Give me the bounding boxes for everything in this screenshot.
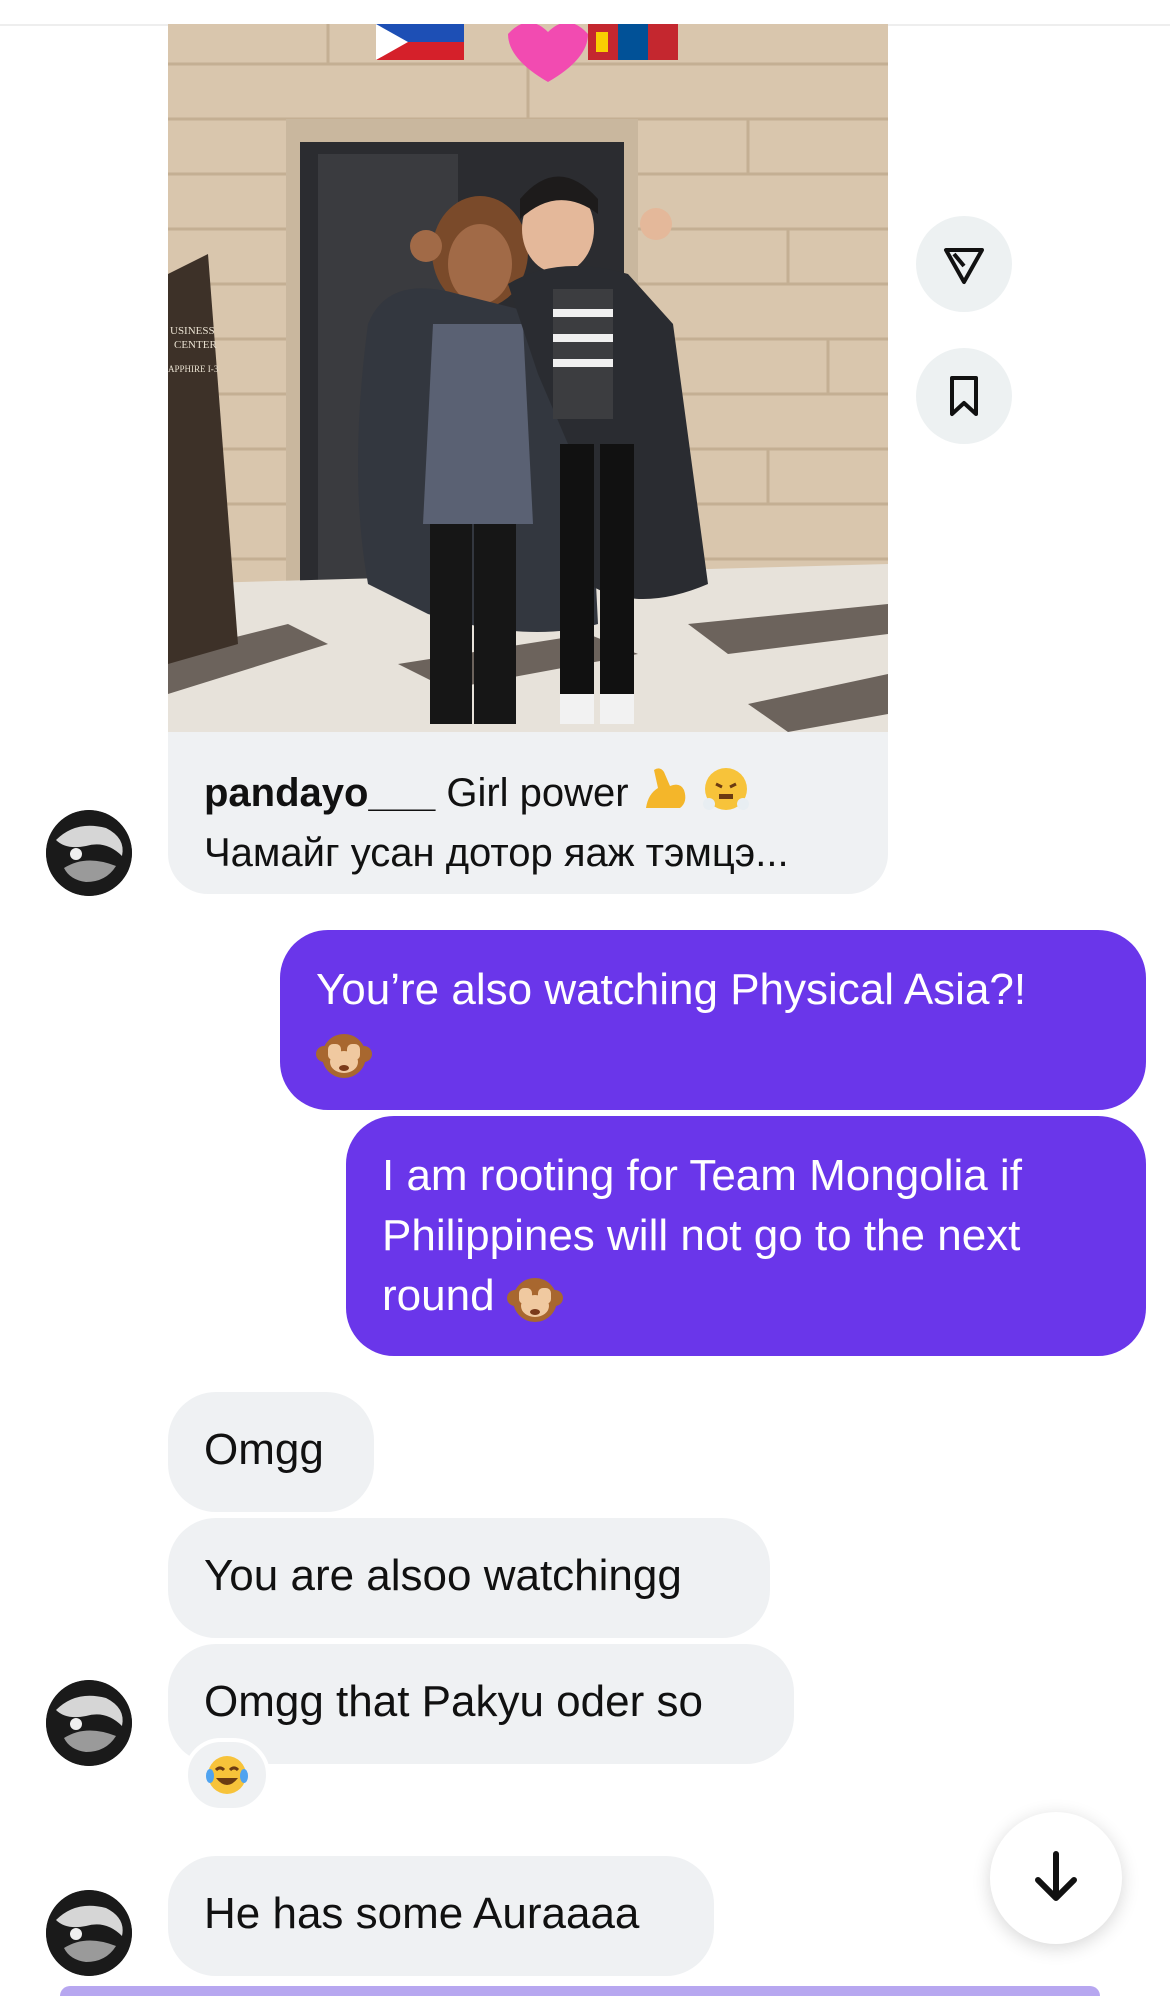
see-no-evil-monkey-emoji [316, 1026, 372, 1082]
caption-line-2: Чамайг усан дотор яаж тэмцэ... [204, 831, 789, 875]
sign-text-2: CENTER [174, 339, 217, 351]
send-icon [944, 248, 984, 284]
post-photo[interactable]: USINESS CENTER APPHIRE I-3 [168, 24, 888, 732]
message-text: I am rooting for Team Mongolia if Philip… [382, 1151, 1022, 1320]
received-message[interactable]: Omgg [168, 1392, 374, 1512]
post-username[interactable]: pandayo___ [204, 771, 435, 815]
bookmark-icon [950, 376, 978, 416]
message-text: Omgg that Pakyu oder so [204, 1677, 703, 1726]
message-reaction[interactable] [184, 1738, 270, 1812]
message-text: You’re also watching Physical Asia?! [316, 965, 1027, 1014]
laughing-tears-emoji [206, 1756, 248, 1794]
received-message[interactable]: Omgg that Pakyu oder so [168, 1644, 794, 1764]
arrow-down-icon [1035, 1851, 1077, 1901]
post-caption: pandayo___ Girl power Чамайг усан дотор … [204, 764, 868, 879]
shared-post-card[interactable]: USINESS CENTER APPHIRE I-3 pandayo___ Gi… [168, 24, 888, 894]
message-text: You are alsoo watchingg [204, 1551, 682, 1600]
sign-text-1: USINESS [170, 325, 215, 337]
philippines-flag-emoji [376, 24, 464, 60]
message-input-edge [60, 1986, 1100, 1996]
message-text: He has some Auraaaa [204, 1889, 640, 1938]
flexed-biceps-emoji [640, 764, 690, 827]
avatar[interactable] [46, 1890, 132, 1976]
avatar[interactable] [46, 1680, 132, 1766]
share-post-button[interactable] [916, 216, 1012, 312]
caption-line-1: Girl power [446, 771, 629, 816]
sent-message[interactable]: I am rooting for Team Mongolia if Philip… [346, 1116, 1146, 1356]
mongolia-flag-emoji [588, 24, 678, 60]
sent-message[interactable]: You’re also watching Physical Asia?! [280, 930, 1146, 1110]
see-no-evil-monkey-emoji [506, 1270, 563, 1326]
received-message[interactable]: He has some Auraaaa [168, 1856, 714, 1976]
steam-from-nose-emoji [701, 764, 751, 827]
message-text: Omgg [204, 1425, 324, 1474]
scroll-to-bottom-button[interactable] [990, 1812, 1122, 1944]
sign-text-3: APPHIRE I-3 [168, 364, 219, 374]
received-message[interactable]: You are alsoo watchingg [168, 1518, 770, 1638]
avatar[interactable] [46, 810, 132, 896]
save-post-button[interactable] [916, 348, 1012, 444]
